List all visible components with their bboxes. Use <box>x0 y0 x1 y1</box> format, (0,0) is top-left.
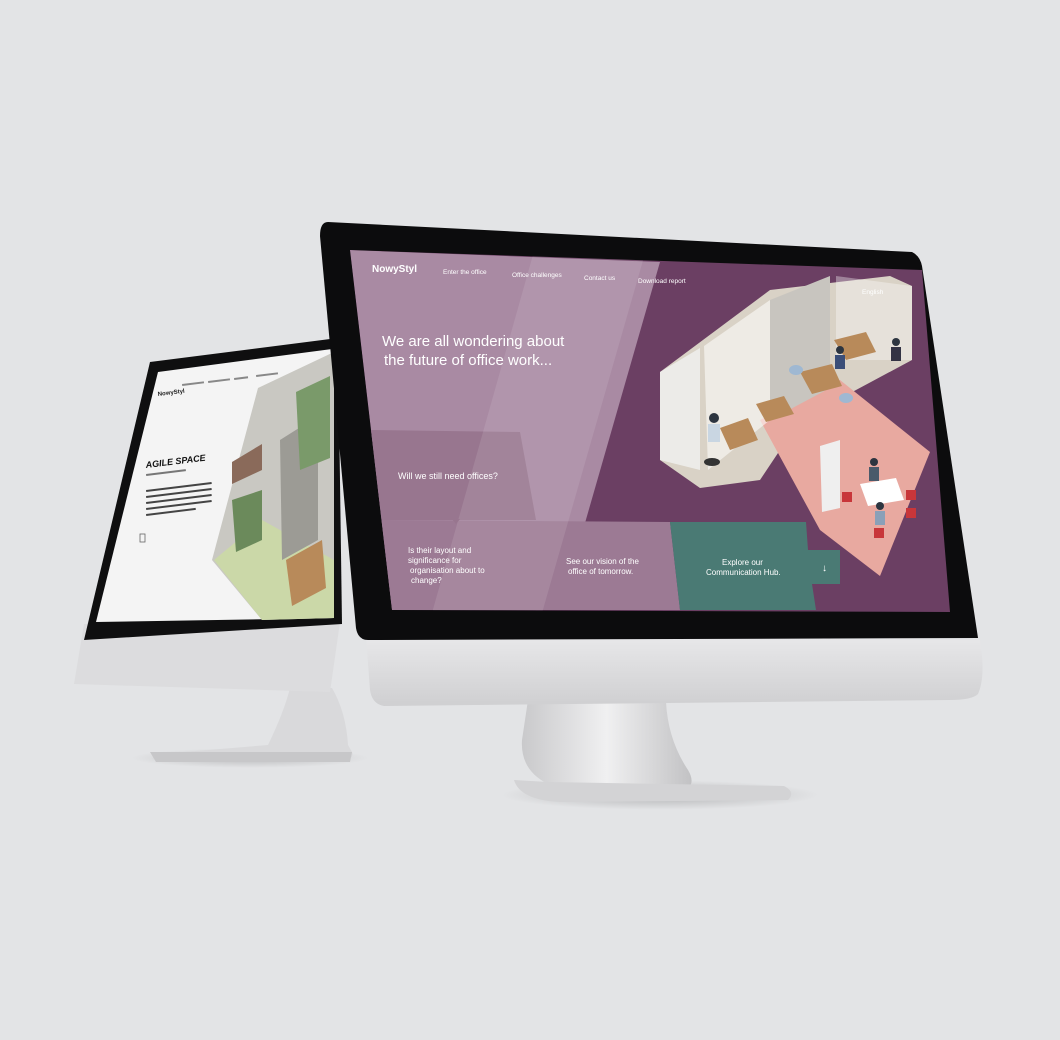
hero-line-1: We are all wondering about <box>382 333 565 350</box>
nav-office-challenges[interactable]: Office challenges <box>512 272 562 279</box>
cta-line-2[interactable]: Communication Hub. <box>706 568 781 577</box>
question-layout-line-1[interactable]: Is their layout and <box>408 546 471 555</box>
chair-4 <box>906 508 916 518</box>
nav-contact-us[interactable]: Contact us <box>584 275 616 282</box>
person-4 <box>870 458 878 466</box>
person-2-body <box>835 355 845 369</box>
chair-1 <box>842 492 852 502</box>
vision-line-1[interactable]: See our vision of the <box>566 557 639 566</box>
person-5 <box>876 502 884 510</box>
nav-download-report[interactable]: Download report <box>638 278 686 285</box>
front-monitor: NowyStyl Enter the office Office challen… <box>320 222 983 802</box>
question-still-need-offices[interactable]: Will we still need offices? <box>398 471 498 481</box>
cta-line-1[interactable]: Explore our <box>722 558 763 567</box>
chair-6 <box>839 393 853 403</box>
illustration-door <box>820 440 840 512</box>
front-stand <box>521 700 692 786</box>
person-5-body <box>875 511 885 525</box>
vision-line-2[interactable]: office of tomorrow. <box>568 567 633 576</box>
chair-3 <box>874 528 884 538</box>
nav-enter-office[interactable]: Enter the office <box>443 269 487 276</box>
person-3 <box>892 338 900 346</box>
question-layout-line-4[interactable]: change? <box>411 576 442 585</box>
front-chin <box>366 636 983 706</box>
person-2 <box>836 346 844 354</box>
chair-5 <box>789 365 803 375</box>
cta-arrow-icon[interactable]: ↓ <box>822 563 827 574</box>
hero-line-2: the future of office work... <box>384 352 552 369</box>
question-layout-line-2[interactable]: significance for <box>408 556 462 565</box>
chair-2 <box>906 490 916 500</box>
person-4-body <box>869 467 879 481</box>
site-logo[interactable]: NowyStyl <box>372 264 417 275</box>
language-switch[interactable]: English <box>862 289 884 296</box>
person-3-body <box>891 347 901 361</box>
person-1-body <box>708 424 720 442</box>
stool-1 <box>704 458 720 466</box>
person-1 <box>709 413 719 423</box>
question-layout-line-3[interactable]: organisation about to <box>410 566 485 575</box>
